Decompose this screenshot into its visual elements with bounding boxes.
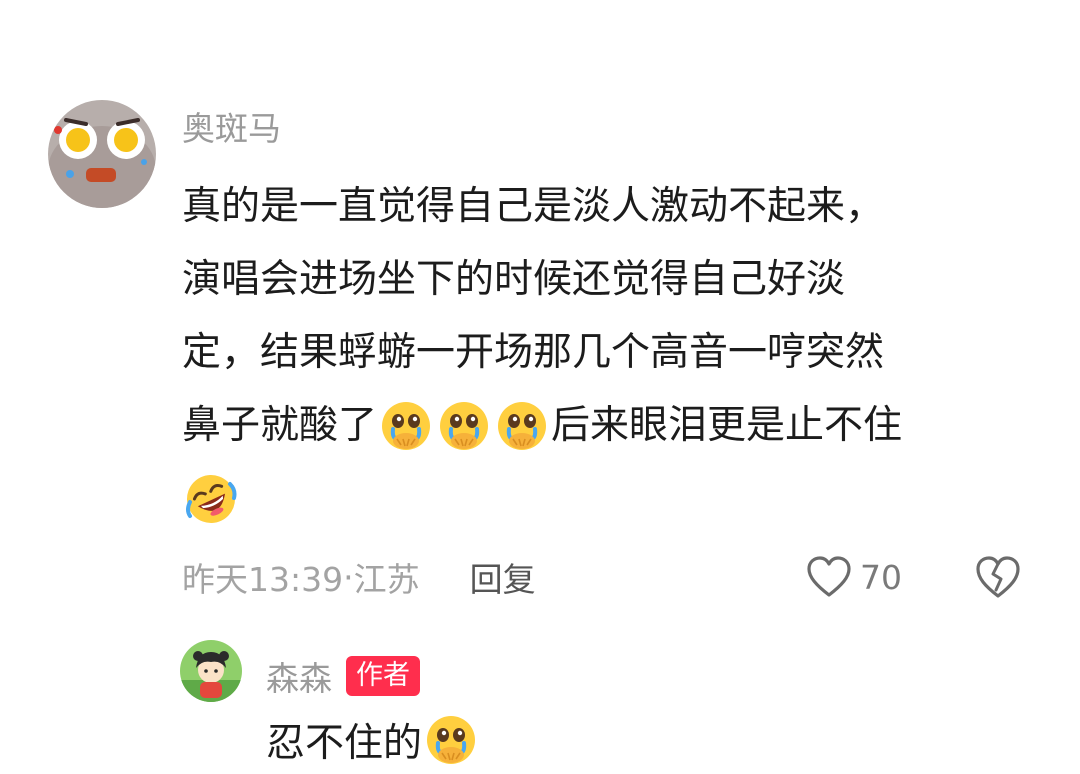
commenter-username[interactable]: 奥斑马 — [182, 106, 281, 152]
comment-line-text: 鼻子就酸了 — [182, 403, 378, 448]
comment-line: 鼻子就酸了 后来眼泪更是止不住 — [182, 389, 1012, 462]
comment-line: 真的是一直觉得自己是淡人激动不起来， — [182, 184, 885, 229]
reply-text-content: 忍不住的 — [266, 721, 423, 766]
reply-button[interactable]: 回复 — [470, 553, 536, 601]
comment-line — [182, 462, 1012, 535]
author-badge: 作者 — [346, 656, 420, 696]
pleading-crying-emoji — [379, 399, 433, 453]
heart-outline-icon[interactable] — [806, 555, 852, 599]
comment-text: 真的是一直觉得自己是淡人激动不起来， 演唱会进场坐下的时候还觉得自己好淡 定，结… — [182, 170, 1012, 535]
reply-text: 忍不住的 — [266, 710, 480, 770]
pleading-crying-emoji — [424, 713, 478, 767]
comment-thread: 奥斑马 真的是一直觉得自己是淡人激动不起来， 演唱会进场坐下的时候还觉得自己好淡… — [0, 0, 1080, 774]
broken-heart-outline-icon[interactable] — [974, 554, 1022, 600]
comment-line: 演唱会进场坐下的时候还觉得自己好淡 — [182, 257, 846, 302]
laugh-rolling-emoji — [184, 472, 238, 526]
reply-header: 森森 作者 — [266, 652, 420, 700]
comment-time: 昨天13:39 — [182, 560, 344, 599]
pleading-crying-emoji — [437, 399, 491, 453]
comment-meta: 昨天13:39 · 江苏 回复 — [182, 554, 536, 600]
reply-username[interactable]: 森森 — [266, 652, 332, 700]
like-count: 70 — [860, 557, 902, 597]
meta-separator: · — [343, 557, 354, 597]
commenter-avatar[interactable] — [48, 100, 156, 208]
comment-line-text: 后来眼泪更是止不住 — [551, 403, 903, 448]
pleading-crying-emoji — [495, 399, 549, 453]
reply-avatar[interactable] — [180, 640, 242, 702]
comment-line: 定，结果蜉蝣一开场那几个高音一哼突然 — [182, 330, 885, 375]
like-button[interactable]: 70 — [806, 552, 902, 602]
comment-location: 江苏 — [353, 560, 420, 599]
